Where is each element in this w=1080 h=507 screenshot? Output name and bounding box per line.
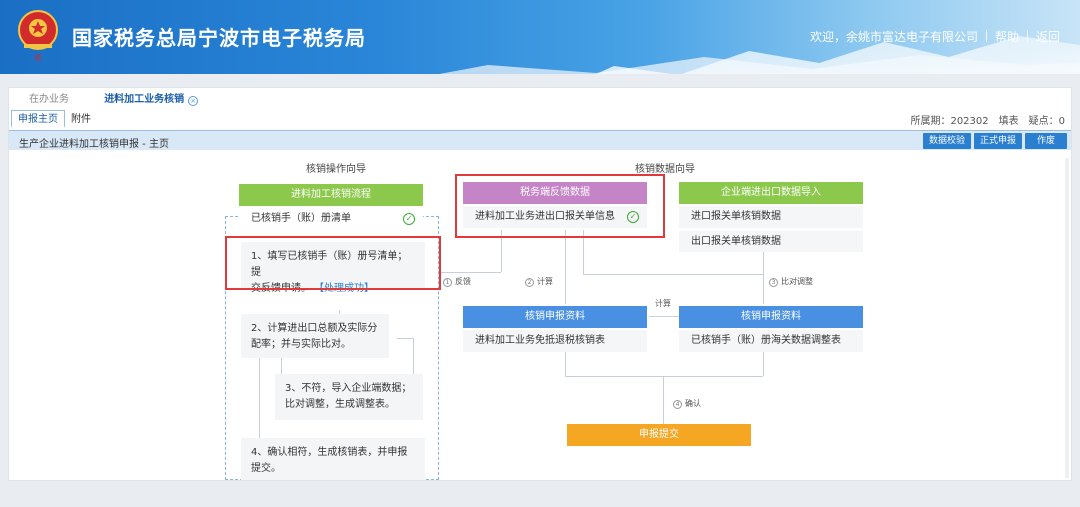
calc-label-2: 计算 — [655, 299, 671, 308]
header-links: 欢迎，余姚市富达电子有限公司 帮助 返回 — [810, 28, 1060, 45]
divider — [1026, 30, 1028, 42]
connector-line — [663, 376, 664, 424]
connector-line — [763, 352, 764, 376]
check-icon: ✓ — [403, 213, 415, 225]
adjust-label: 3 比对调整 — [769, 276, 813, 287]
step-4[interactable]: 4、确认相符，生成核销表，并申报 提交。 — [241, 438, 425, 480]
page-titlebar: 生产企业进料加工核销申报 - 主页 数据校验 正式申报 作废 — [9, 130, 1071, 150]
submit-declaration-button[interactable]: 正式申报 — [973, 133, 1022, 149]
connector-line — [565, 352, 566, 376]
highlight-frame — [225, 236, 441, 290]
step-2-text: 2、计算进出口总额及实际分 — [251, 323, 378, 334]
tab-in-progress[interactable]: 在办业务 — [29, 94, 69, 105]
connector-line — [583, 274, 763, 275]
tab-close-icon[interactable]: × — [188, 96, 199, 106]
main-panel: 在办业务 进料加工业务核销 × 申报主页 附件 所属期：202302 填表 疑点：0… — [8, 87, 1072, 481]
tab-main[interactable]: 申报主页 — [11, 110, 65, 128]
svg-text:税: 税 — [35, 53, 42, 62]
calc-label: 2 计算 — [525, 276, 553, 287]
header-banner: 税 国家税务总局宁波市电子税务局 欢迎，余姚市富达电子有限公司 帮助 返回 — [0, 0, 1080, 74]
help-link[interactable]: 帮助 — [995, 30, 1019, 44]
process-header: 进料加工核销流程 — [239, 184, 423, 206]
enterprise-import-header: 企业端进出口数据导入 — [679, 182, 863, 204]
action-buttons: 数据校验 正式申报 作废 — [920, 133, 1067, 149]
business-tabs: 在办业务 进料加工业务核销 × — [29, 90, 199, 110]
page-title: 生产企业进料加工核销申报 - 主页 — [19, 139, 169, 150]
period-info: 所属期：202302 填表 疑点：0 — [910, 116, 1065, 127]
back-link[interactable]: 返回 — [1036, 30, 1060, 44]
step-3-text: 3、不符，导入企业端数据； — [285, 383, 412, 394]
tab-attachment[interactable]: 附件 — [65, 111, 97, 129]
data-guide-header: 核销数据向导 — [635, 164, 695, 175]
void-button[interactable]: 作废 — [1024, 133, 1067, 149]
submit-declaration-box[interactable]: 申报提交 — [567, 424, 751, 446]
declaration-header-2: 核销申报资料 — [679, 306, 863, 328]
step-2-text-2: 配率；并与实际比对。 — [251, 339, 351, 350]
feedback-label: 1 反馈 — [443, 276, 471, 287]
flow-area: 核销操作向导 核销数据向导 进料加工核销流程 已核销手（账）册清单 ✓ 1、填写… — [9, 150, 1071, 480]
scrollbar[interactable] — [1065, 158, 1069, 478]
site-title: 国家税务总局宁波市电子税务局 — [72, 26, 366, 50]
export-verification-data[interactable]: 出口报关单核销数据 — [679, 230, 863, 252]
sub-tabs: 申报主页 附件 — [11, 110, 97, 128]
connector-line — [565, 230, 566, 304]
step-4-text: 4、确认相符，生成核销表，并申报 — [251, 447, 408, 458]
divider — [985, 30, 987, 42]
tab-processing-verification[interactable]: 进料加工业务核销 — [104, 94, 184, 105]
connector-line — [439, 272, 501, 273]
step-3[interactable]: 3、不符，导入企业端数据； 比对调整，生成调整表。 — [275, 374, 423, 420]
step-2[interactable]: 2、计算进出口总额及实际分 配率；并与实际比对。 — [241, 314, 389, 358]
step-3-text-2: 比对调整，生成调整表。 — [285, 399, 395, 410]
welcome-text: 欢迎，余姚市富达电子有限公司 — [809, 30, 978, 44]
connector-line — [763, 252, 764, 304]
confirm-label: 4 确认 — [673, 398, 701, 409]
validate-button[interactable]: 数据校验 — [922, 133, 971, 149]
customs-adjustment-form[interactable]: 已核销手（账）册海关数据调整表 — [679, 330, 863, 352]
declaration-header-1: 核销申报资料 — [463, 306, 647, 328]
import-verification-data[interactable]: 进口报关单核销数据 — [679, 206, 863, 228]
operation-guide-header: 核销操作向导 — [306, 164, 366, 175]
exemption-verification-form[interactable]: 进料加工业务免抵退税核销表 — [463, 330, 647, 352]
tax-emblem-icon: 税 — [18, 10, 58, 62]
verified-book-list[interactable]: 已核销手（账）册清单 — [239, 208, 423, 230]
connector-line — [565, 376, 763, 377]
highlight-frame — [455, 174, 665, 238]
step-4-text-2: 提交。 — [251, 463, 281, 474]
connector-line — [649, 316, 679, 317]
